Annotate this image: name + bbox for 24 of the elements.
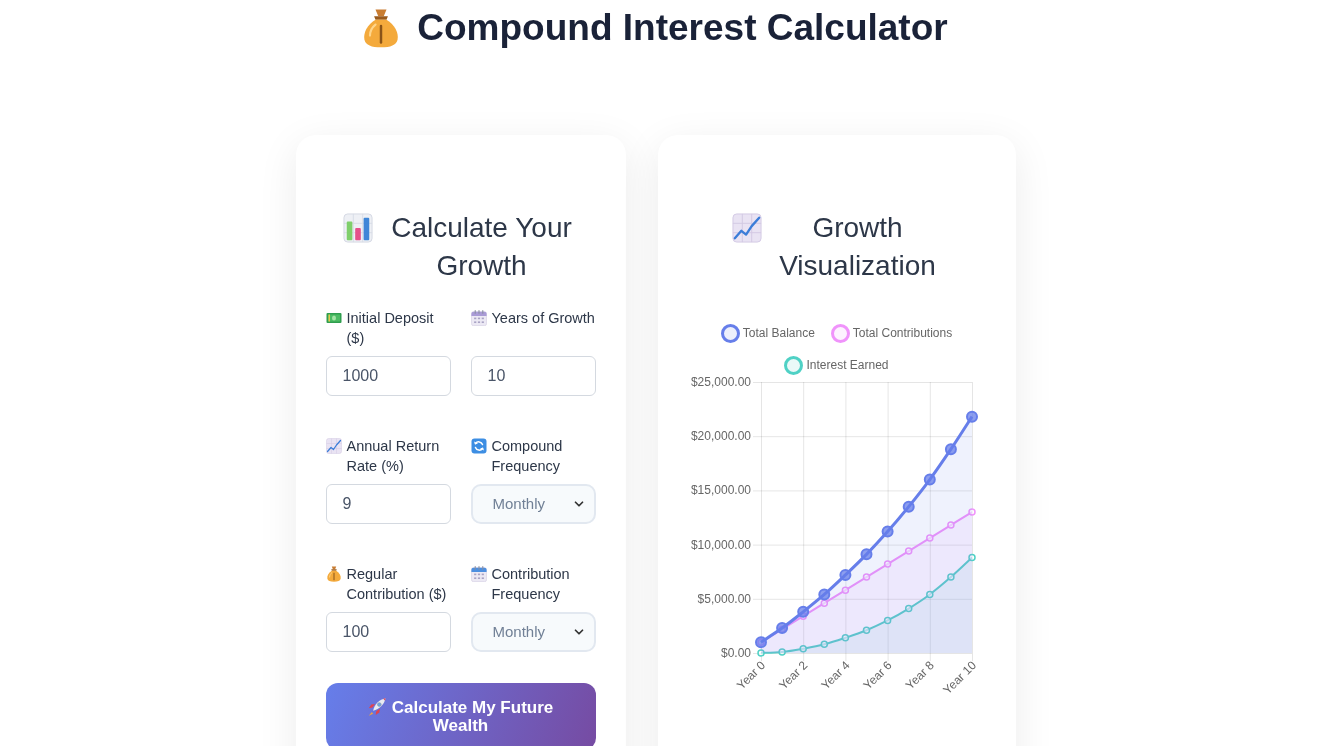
axis-tick-label: Year 10	[939, 658, 979, 698]
axis-tick-label: Year 4	[817, 658, 852, 693]
axis-tick-label: $15,000.00	[690, 483, 751, 498]
field-label: Initial Deposit ($)	[346, 309, 435, 348]
axis-tick-label: Year 8	[902, 658, 937, 693]
axis-tick-label: $25,000.00	[690, 376, 751, 389]
field-label: Compound Frequency	[491, 437, 564, 476]
axis-tick-label: $5,000.00	[697, 591, 751, 606]
card-heading: Calculate Your Growth	[390, 211, 573, 283]
field-label: Years of Growth	[491, 309, 595, 328]
field-label: Annual Return Rate (%)	[346, 437, 441, 476]
axis-tick-label: $10,000.00	[690, 537, 751, 552]
field-label: Contribution Frequency	[491, 565, 571, 604]
axis-tick-label: $20,000.00	[690, 429, 751, 444]
legend-label: Interest Earned	[806, 357, 889, 374]
legend-label: Total Contributions	[852, 325, 953, 342]
field-label: Regular Contribution ($)	[346, 565, 448, 604]
axis-tick-label: Year 0	[733, 658, 768, 693]
page-title: Compound Interest Calculator	[417, 6, 948, 50]
axis-tick-label: Year 2	[775, 658, 810, 693]
legend-label: Total Balance	[742, 325, 815, 342]
axis-tick-label: $0.00	[720, 646, 751, 660]
axis-tick-label: Year 6	[860, 658, 895, 693]
card-heading: Growth Visualization	[778, 211, 937, 283]
